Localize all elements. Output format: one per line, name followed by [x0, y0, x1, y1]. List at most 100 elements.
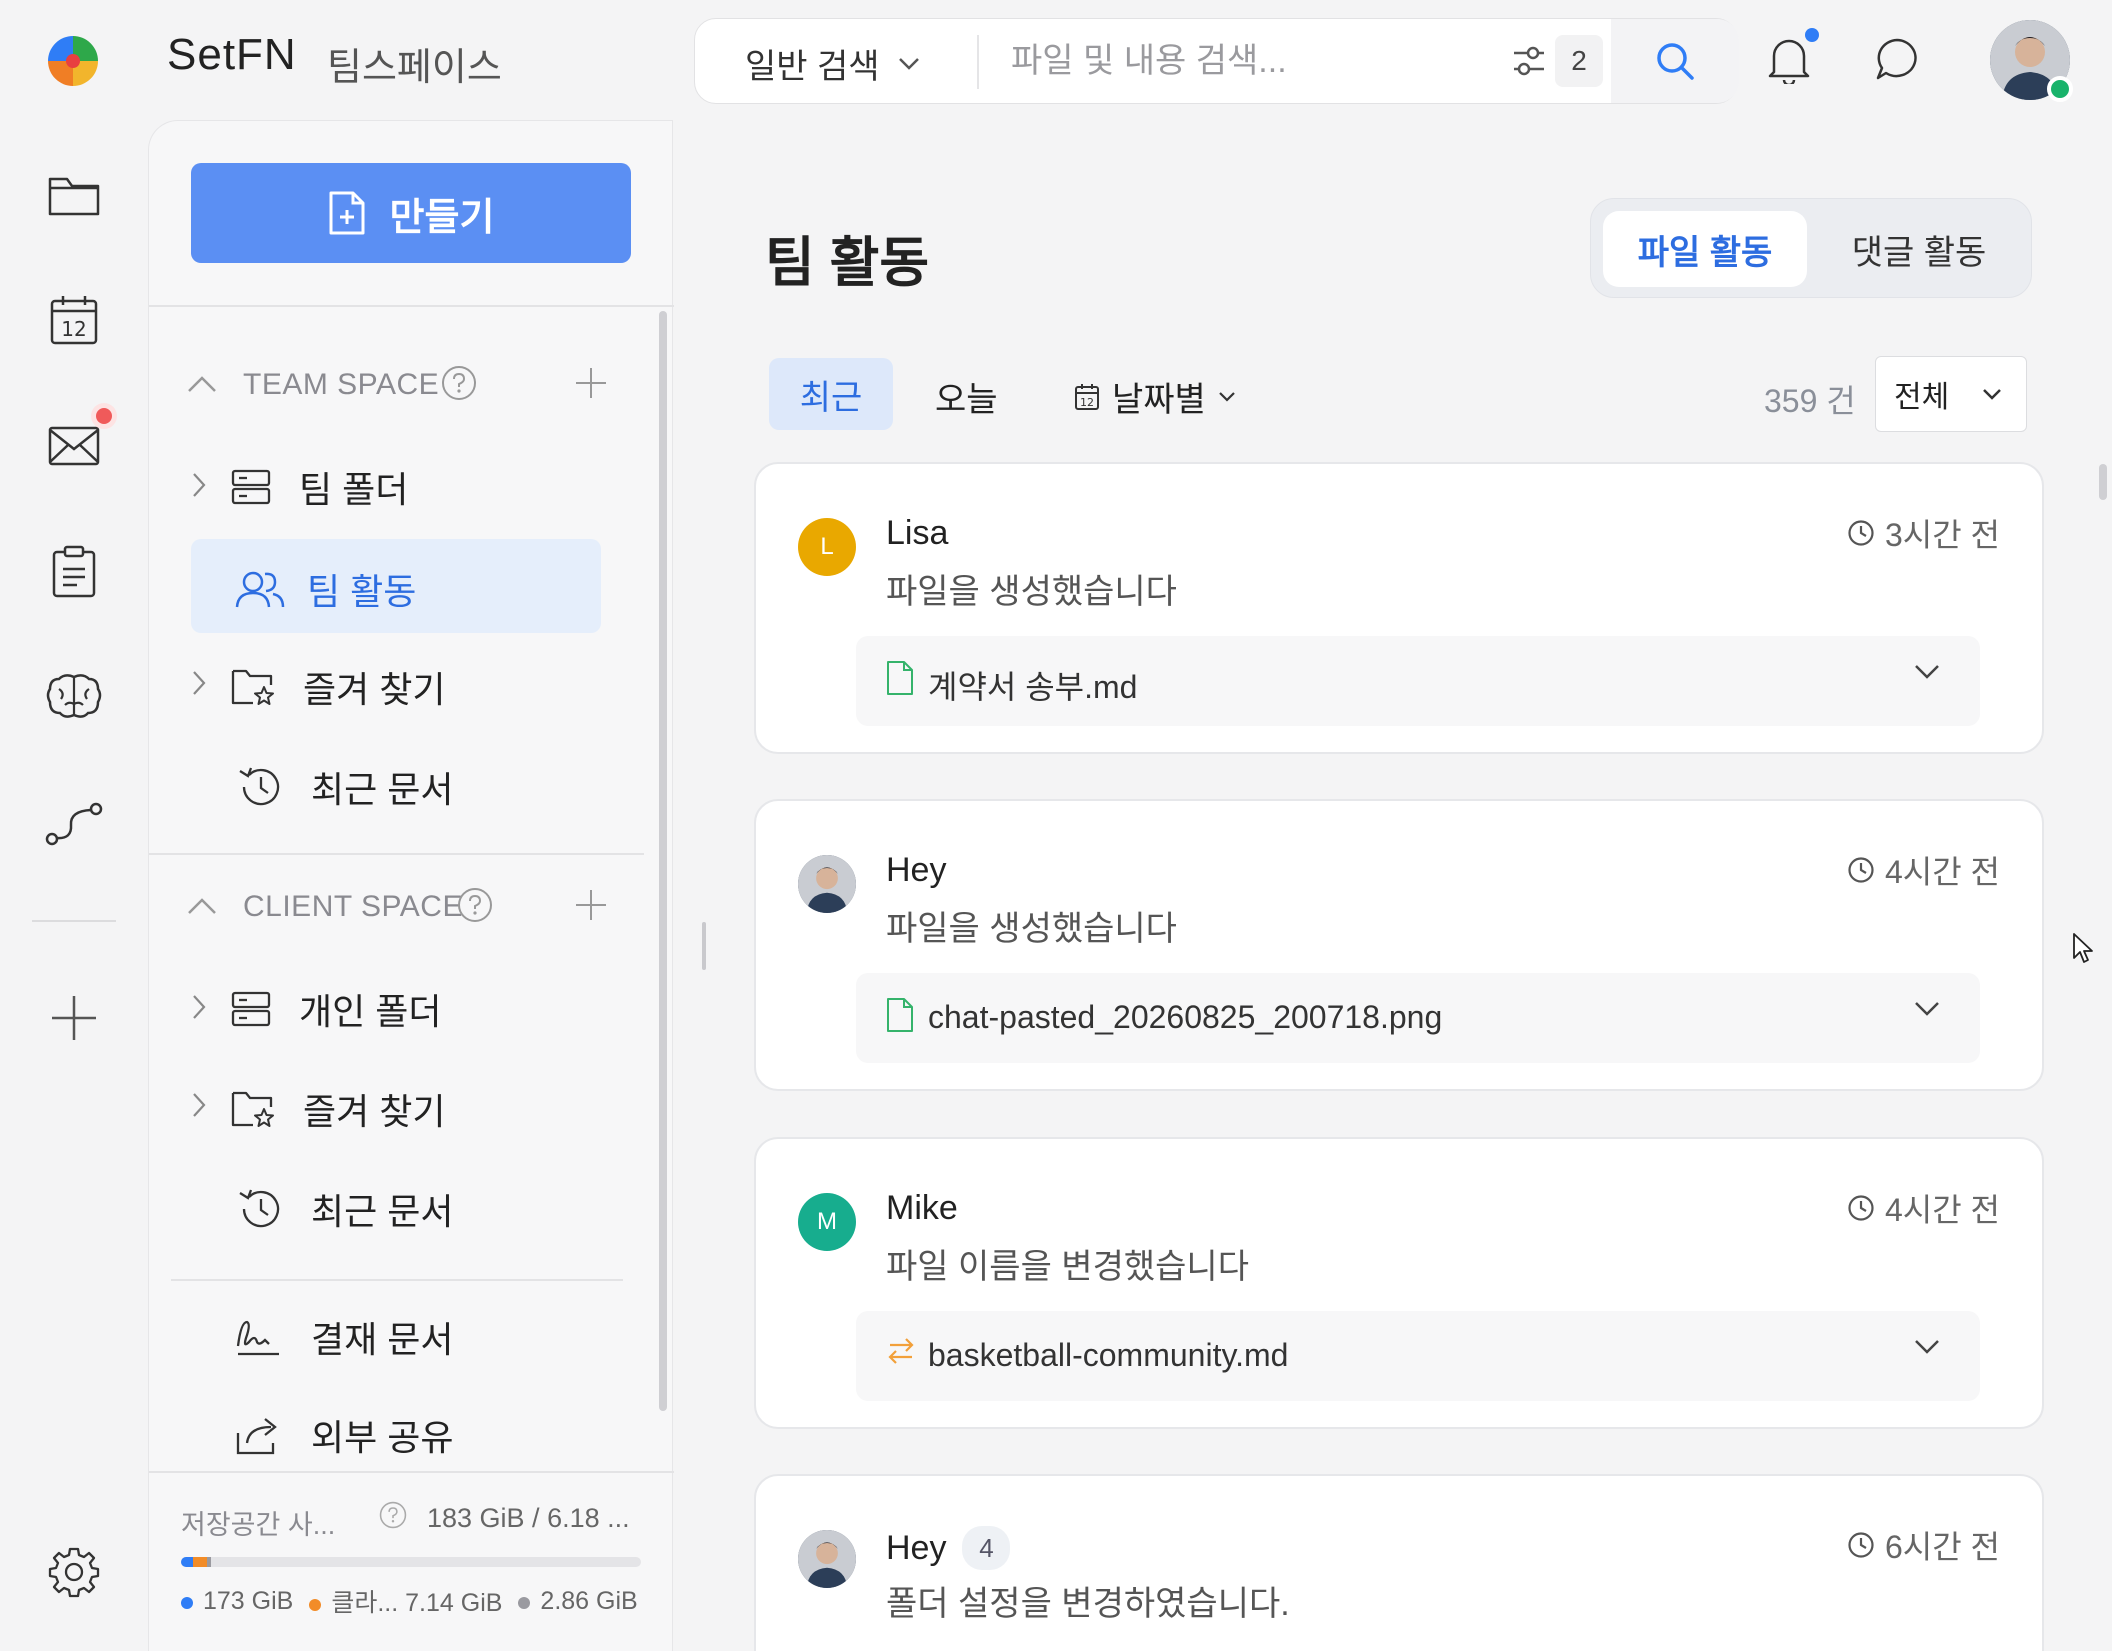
share-icon [235, 1415, 281, 1455]
search-divider [977, 35, 979, 89]
rename-icon [886, 1335, 916, 1365]
panel-resize-handle[interactable] [702, 922, 706, 970]
sidebar-item-team-folder[interactable]: 팀 폴더 [231, 461, 408, 513]
activity-description: 파일을 생성했습니다 [886, 910, 1177, 948]
main-scrollbar[interactable] [2099, 464, 2107, 500]
tab-comment-activity[interactable]: 댓글 활동 [1817, 211, 2021, 287]
chevron-right-icon[interactable] [191, 993, 207, 1021]
search-input[interactable] [1011, 37, 1511, 85]
sidebar-item-client-recent[interactable]: 최근 문서 [237, 1183, 453, 1235]
chevron-down-icon [898, 57, 920, 71]
page-title: 팀 활동 [765, 233, 930, 293]
add-icon[interactable] [44, 988, 104, 1048]
file-icon [886, 997, 914, 1033]
workspace-name: 팀스페이스 [327, 47, 502, 89]
search-bar: 일반 검색 2 [694, 18, 1739, 104]
chevron-right-icon[interactable] [191, 471, 207, 499]
filter-sliders-icon[interactable] [1511, 43, 1547, 79]
sidebar-scrollbar[interactable] [659, 311, 667, 1411]
tab-file-activity[interactable]: 파일 활동 [1603, 211, 1807, 287]
chat-bubble-icon[interactable] [1874, 36, 1920, 82]
filter-by-date-label: 날짜별 [1112, 381, 1206, 419]
sidebar-item-team-recent[interactable]: 최근 문서 [237, 761, 453, 813]
file-name: basketball-community.md [928, 1337, 1289, 1373]
storage-legend: 173 GiB 클라... 7.14 GiB 2.86 GiB [181, 1583, 638, 1619]
clock-icon [1847, 519, 1875, 547]
activity-description: 파일 이름을 변경했습니다 [886, 1248, 1249, 1286]
sidebar-item-personal-folder[interactable]: 개인 폴더 [231, 983, 441, 1035]
storage-progress-bar [181, 1557, 641, 1567]
brain-icon[interactable] [44, 666, 104, 726]
rail-divider [32, 920, 116, 922]
sidebar-item-label: 외부 공유 [311, 1417, 454, 1458]
avatar [798, 1530, 856, 1588]
storage-legend-item-b: 클라... 7.14 GiB [309, 1583, 502, 1619]
scope-select[interactable]: 전체 [1875, 356, 2027, 432]
storage-label: 저장공간 사... [181, 1510, 336, 1540]
chevron-down-icon[interactable] [1914, 1339, 1940, 1355]
file-name: chat-pasted_20260825_200718.png [928, 999, 1443, 1035]
chevron-right-icon[interactable] [191, 1091, 207, 1119]
file-row[interactable]: basketball-community.md [856, 1311, 1980, 1401]
sidebar-divider [149, 853, 644, 855]
sidebar-item-label: 개인 폴더 [299, 991, 442, 1032]
avatar [798, 855, 856, 913]
history-icon [237, 766, 281, 808]
chevron-up-icon[interactable] [187, 375, 217, 393]
online-status-dot [2047, 76, 2073, 102]
sidebar-item-label: 최근 문서 [311, 1191, 454, 1232]
activity-user-name: Lisa [886, 514, 949, 552]
activity-card[interactable]: Hey 4 폴더 설정을 변경하였습니다. 6시간 전 [754, 1474, 2044, 1651]
chevron-down-icon[interactable] [1914, 1001, 1940, 1017]
storage-legend-item-c: 2.86 GiB [518, 1587, 638, 1616]
server-folder-icon [231, 991, 271, 1027]
mail-icon[interactable] [44, 416, 104, 476]
activity-card[interactable]: M Mike 파일 이름을 변경했습니다 4시간 전 basketball-co… [754, 1137, 2044, 1429]
clock-icon [1847, 856, 1875, 884]
add-client-item-icon[interactable] [575, 889, 607, 921]
clipboard-icon[interactable] [44, 542, 104, 602]
sidebar-item-team-activity[interactable]: 팀 활동 [235, 563, 416, 615]
app-logo-icon[interactable] [44, 32, 102, 90]
sidebar-item-client-favorites[interactable]: 즐겨 찾기 [231, 1083, 445, 1135]
brand-name: SetFN [167, 30, 297, 79]
help-icon[interactable] [379, 1501, 407, 1529]
activity-time: 3시간 전 [1847, 510, 2000, 556]
create-button[interactable]: 만들기 [191, 163, 631, 263]
search-type-dropdown[interactable]: 일반 검색 [745, 39, 920, 88]
filter-today[interactable]: 오늘 [935, 372, 998, 421]
history-icon [237, 1188, 281, 1230]
filter-by-date[interactable]: 12 날짜별 [1074, 372, 1236, 421]
filter-count-badge[interactable]: 2 [1555, 35, 1603, 87]
settings-gear-icon[interactable] [44, 1542, 104, 1602]
users-icon [235, 569, 285, 609]
help-icon[interactable] [457, 887, 493, 923]
sidebar-item-label: 팀 폴더 [299, 469, 409, 510]
sidebar-item-external-share[interactable]: 외부 공유 [235, 1409, 453, 1461]
notification-dot [1805, 28, 1819, 42]
sidebar-item-team-favorites[interactable]: 즐겨 찾기 [231, 661, 445, 713]
notification-bell-icon[interactable] [1766, 34, 1812, 84]
help-icon[interactable] [441, 365, 477, 401]
activity-time: 6시간 전 [1847, 1522, 2000, 1568]
route-icon[interactable] [44, 794, 104, 854]
sidebar-item-approval-docs[interactable]: 결재 문서 [235, 1311, 453, 1363]
activity-user-name: Hey [886, 851, 947, 889]
add-team-item-icon[interactable] [575, 367, 607, 399]
chevron-up-icon[interactable] [187, 897, 217, 915]
chevron-right-icon[interactable] [191, 669, 207, 697]
filter-recent[interactable]: 최근 [769, 358, 893, 430]
activity-card[interactable]: L Lisa 파일을 생성했습니다 3시간 전 계약서 송부.md [754, 462, 2044, 754]
sidebar-item-label: 팀 활동 [307, 571, 417, 612]
sidebar-item-label: 즐겨 찾기 [303, 1091, 446, 1132]
sidebar-divider [171, 1279, 623, 1281]
activity-card[interactable]: Hey 파일을 생성했습니다 4시간 전 chat-pasted_2026082… [754, 799, 2044, 1091]
file-row[interactable]: chat-pasted_20260825_200718.png [856, 973, 1980, 1063]
chevron-down-icon[interactable] [1914, 664, 1940, 680]
folder-icon[interactable] [44, 166, 104, 226]
search-button[interactable] [1611, 19, 1739, 103]
calendar-icon[interactable]: 12 [44, 290, 104, 350]
clock-icon [1847, 1531, 1875, 1559]
file-row[interactable]: 계약서 송부.md [856, 636, 1980, 726]
mouse-cursor-icon [2072, 932, 2094, 964]
